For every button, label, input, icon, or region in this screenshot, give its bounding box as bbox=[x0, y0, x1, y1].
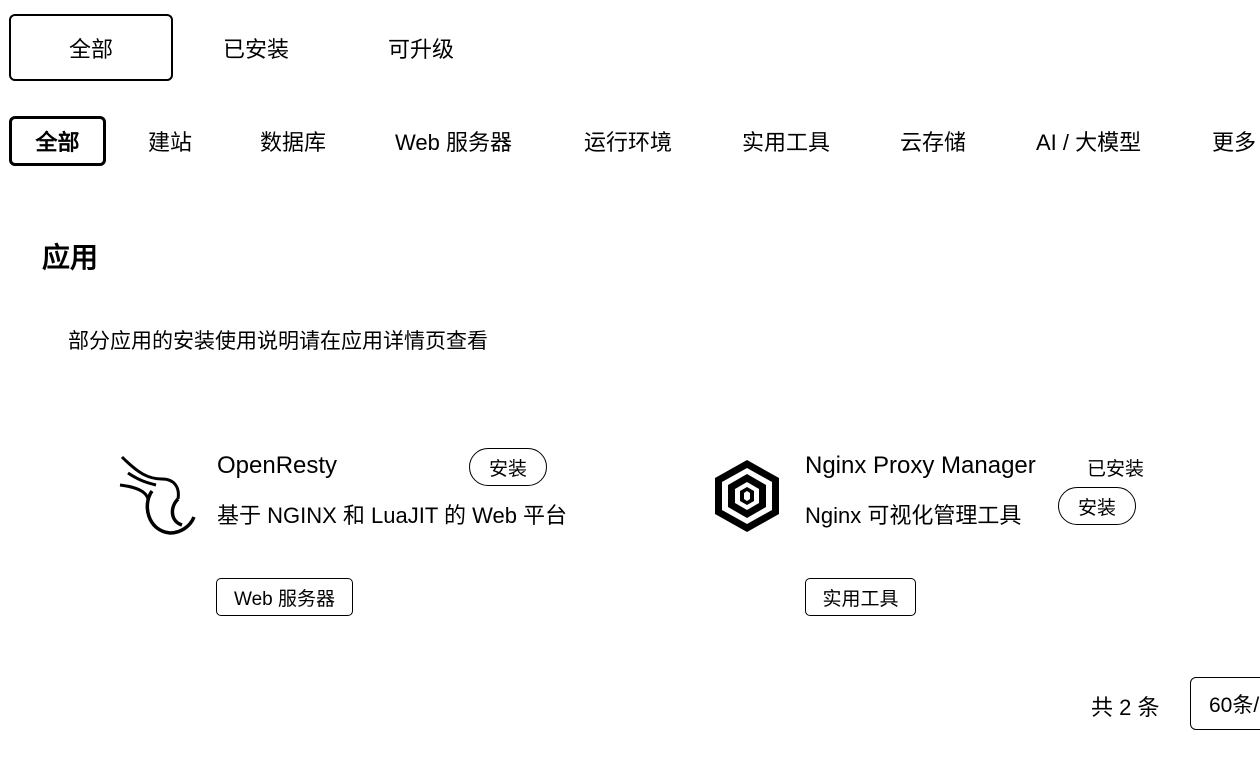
category-more[interactable]: 更多 bbox=[1212, 116, 1256, 166]
nginx-proxy-manager-logo-icon bbox=[715, 460, 779, 532]
category-website[interactable]: 建站 bbox=[148, 116, 192, 166]
install-button[interactable]: 安装 bbox=[469, 448, 547, 486]
install-button[interactable]: 安装 bbox=[1058, 487, 1136, 525]
category-web-server[interactable]: Web 服务器 bbox=[395, 116, 512, 166]
installed-badge: 已安装 bbox=[1087, 459, 1145, 480]
app-description: Nginx 可视化管理工具 bbox=[805, 503, 1022, 528]
app-description: 基于 NGINX 和 LuaJIT 的 Web 平台 bbox=[217, 503, 568, 528]
tab-upgradable[interactable]: 可升级 bbox=[339, 14, 503, 81]
tab-installed[interactable]: 已安装 bbox=[174, 14, 338, 81]
tab-all[interactable]: 全部 bbox=[9, 14, 173, 81]
page-size-select[interactable]: 60条/页 bbox=[1190, 677, 1260, 730]
category-tools[interactable]: 实用工具 bbox=[742, 116, 830, 166]
openresty-logo-icon bbox=[119, 455, 196, 535]
app-name[interactable]: Nginx Proxy Manager bbox=[805, 452, 1036, 480]
category-all[interactable]: 全部 bbox=[9, 116, 106, 166]
app-tag[interactable]: 实用工具 bbox=[805, 578, 916, 616]
pagination-total: 共 2 条 bbox=[1091, 695, 1160, 720]
page-size-value: 60条/页 bbox=[1209, 693, 1260, 717]
app-tag[interactable]: Web 服务器 bbox=[216, 578, 353, 616]
category-database[interactable]: 数据库 bbox=[260, 116, 326, 166]
category-storage[interactable]: 云存储 bbox=[900, 116, 966, 166]
app-name[interactable]: OpenResty bbox=[217, 452, 337, 480]
section-title: 应用 bbox=[42, 242, 99, 273]
notice-text: 部分应用的安装使用说明请在应用详情页查看 bbox=[68, 330, 488, 353]
category-ai[interactable]: AI / 大模型 bbox=[1036, 116, 1141, 166]
category-runtime[interactable]: 运行环境 bbox=[584, 116, 672, 166]
